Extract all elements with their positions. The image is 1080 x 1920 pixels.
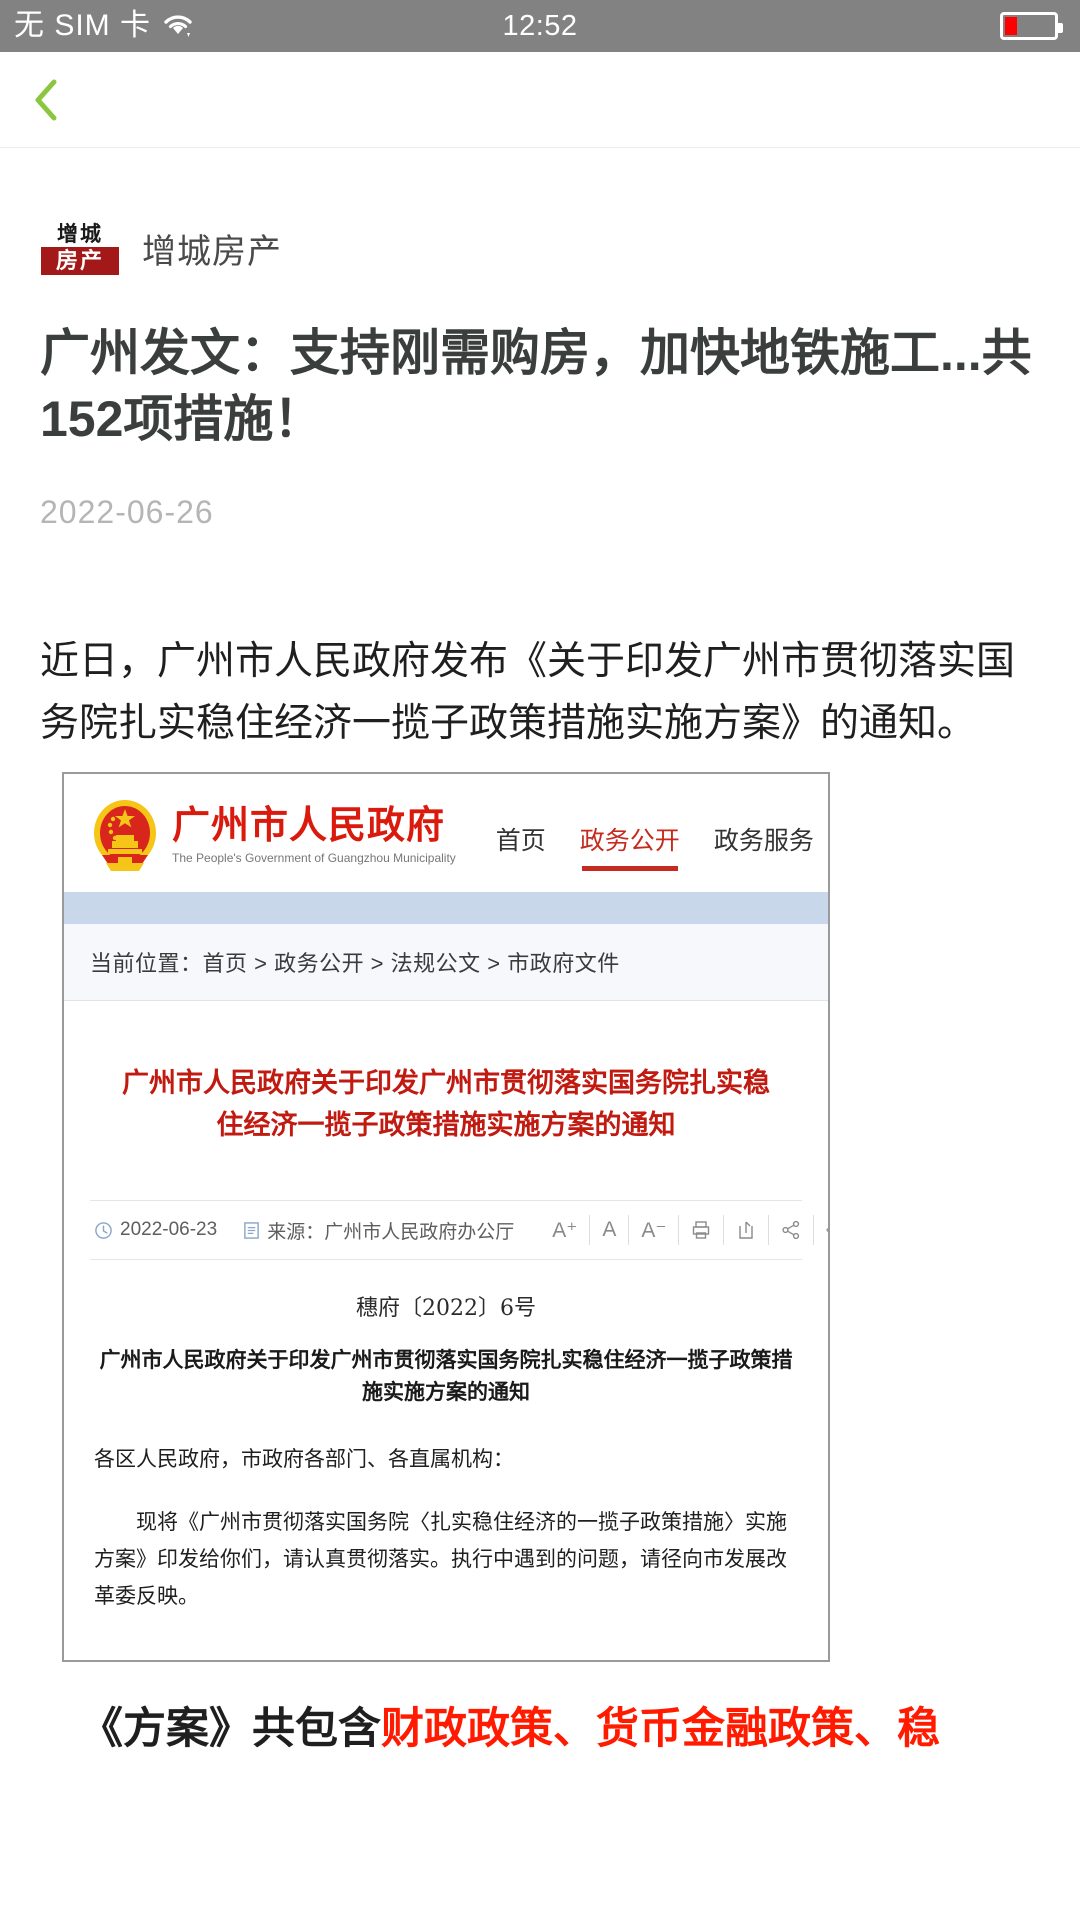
- document-paragraph: 现将《广州市贯彻落实国务院〈扎实稳住经济的一揽子政策措施〉实施方案》印发给你们，…: [94, 1510, 787, 1608]
- document-meta-bar: 2022-06-23 来源：广州市人民政府办公厅 A⁺ A A⁻: [90, 1200, 828, 1261]
- publisher-name: 增城房产: [142, 232, 282, 271]
- back-button[interactable]: [0, 52, 92, 148]
- document-heading: 广州市人民政府关于印发广州市贯彻落实国务院扎实稳住经济一揽子政策措施实施方案的通…: [99, 1347, 793, 1404]
- tail-plain-text: 《方案》共包含: [80, 1705, 381, 1754]
- share-icon[interactable]: [768, 1215, 813, 1246]
- article-container: 增城 房产 增城房产 广州发文：支持刚需购房，加快地铁施工...共152项措施！…: [0, 220, 1080, 1758]
- national-emblem-icon: [94, 799, 156, 871]
- article-date: 2022-06-26: [40, 494, 214, 530]
- breadcrumb-bar: 当前位置：首页 > 政务公开 > 法规公文 > 市政府文件: [64, 923, 828, 1001]
- gov-site-header: 广州市人民政府 The People's Government of Guang…: [64, 773, 828, 892]
- page-title: 广州发文：支持刚需购房，加快地铁施工...共152项措施！: [40, 325, 1032, 447]
- document-date-group: 2022-06-23: [94, 1219, 217, 1241]
- article-tail-line: 《方案》共包含财政政策、货币金融政策、稳: [40, 1702, 1040, 1758]
- article-source-row[interactable]: 增城 房产 增城房产: [40, 220, 1040, 276]
- document-icon: [244, 1222, 260, 1239]
- tail-highlight-text: 财政政策、货币金融政策、稳: [381, 1705, 940, 1754]
- document-number: 穗府〔2022〕6号: [356, 1296, 536, 1322]
- gov-title-cn: 广州市人民政府: [172, 803, 446, 848]
- export-icon[interactable]: [723, 1215, 768, 1246]
- article-intro-paragraph: 近日，广州市人民政府发布《关于印发广州市贯彻落实国务院扎实稳住经济一揽子政策措施…: [40, 639, 1016, 747]
- gov-nav: 首页 政务公开 政务服务 互动交流 营商环境: [496, 801, 828, 871]
- gov-nav-item-home[interactable]: 首页: [496, 821, 546, 871]
- gov-nav-item-affairs-service[interactable]: 政务服务: [714, 821, 814, 871]
- document-source-group: 来源：广州市人民政府办公厅: [243, 1217, 514, 1244]
- gov-title-en: The People's Government of Guangzhou Mun…: [172, 851, 456, 866]
- chevron-left-icon: [35, 79, 57, 120]
- logo-bottom-text: 房产: [41, 247, 119, 275]
- battery-fill: [1005, 17, 1018, 35]
- status-bar: 无 SIM 卡 12:52: [0, 0, 1080, 52]
- navigation-bar: [0, 52, 1080, 148]
- gov-titles: 广州市人民政府 The People's Government of Guang…: [172, 803, 456, 866]
- eye-icon: [826, 1228, 828, 1233]
- view-count-group: 1246次: [813, 1215, 828, 1246]
- document-toolbar: A⁺ A A⁻: [540, 1215, 828, 1246]
- embed-bottom-spacer: [64, 1614, 828, 1660]
- document-date: 2022-06-23: [120, 1219, 218, 1241]
- battery-icon: [1000, 12, 1063, 40]
- document-red-title: 广州市人民政府关于印发广州市贯彻落实国务院扎实稳住经济一揽子政策措施实施方案的通…: [122, 1067, 770, 1141]
- clock-icon: [95, 1222, 112, 1239]
- font-increase-icon[interactable]: A⁺: [540, 1215, 589, 1245]
- gov-nav-item-affairs-open[interactable]: 政务公开: [580, 821, 680, 871]
- font-decrease-icon[interactable]: A⁻: [628, 1215, 678, 1246]
- font-normal-icon[interactable]: A: [589, 1215, 628, 1246]
- breadcrumb: 当前位置：首页 > 政务公开 > 法规公文 > 市政府文件: [90, 950, 620, 976]
- clock-label: 12:52: [502, 9, 578, 42]
- embedded-screenshot-image: 广州市人民政府 The People's Government of Guang…: [62, 771, 830, 1663]
- gov-accent-bar: [64, 891, 828, 924]
- publisher-logo-icon: 增城 房产: [40, 220, 120, 276]
- logo-top-text: 增城: [41, 221, 119, 247]
- print-icon[interactable]: [678, 1215, 723, 1246]
- document-salutation: 各区人民政府，市政府各部门、各直属机构：: [94, 1447, 514, 1472]
- document-source: 来源：广州市人民政府办公厅: [267, 1221, 515, 1243]
